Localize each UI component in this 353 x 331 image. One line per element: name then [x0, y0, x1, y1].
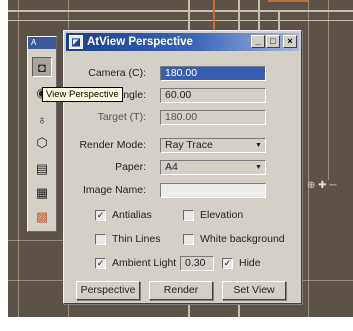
- antialias-checkbox[interactable]: ✓ Antialias: [95, 209, 175, 223]
- grid-icon[interactable]: ▦: [32, 183, 52, 203]
- toolbar-title-icon: A: [28, 37, 56, 49]
- paper-select[interactable]: A4 ▼: [160, 160, 266, 175]
- elevation-checkbox[interactable]: Elevation: [183, 209, 263, 223]
- perspective-dialog: ◪ AtView Perspective _ □ × Camera (C): 1…: [63, 30, 302, 304]
- target-field[interactable]: 180.00: [160, 110, 266, 125]
- angle-field[interactable]: 60.00: [160, 88, 266, 103]
- ambient-light-field[interactable]: 0.30: [180, 256, 214, 271]
- document-icon[interactable]: ▤: [32, 159, 52, 179]
- cube-icon[interactable]: ⬡: [32, 133, 52, 153]
- dropdown-arrow-icon: ▼: [255, 142, 262, 149]
- viewport-nav-icons[interactable]: ⊕ ✚ ─: [307, 180, 336, 191]
- dialog-titlebar[interactable]: ◪ AtView Perspective _ □ ×: [66, 33, 299, 51]
- thin-lines-checkbox[interactable]: Thin Lines: [95, 233, 175, 247]
- ambient-light-check-icon: ✓: [95, 258, 106, 269]
- target-label: Target (T):: [97, 111, 146, 123]
- set-view-button[interactable]: Set View: [222, 281, 286, 300]
- white-background-checkbox[interactable]: White background: [183, 233, 293, 247]
- camera-icon[interactable]: ◘: [32, 57, 52, 77]
- paper-label: Paper:: [115, 161, 146, 173]
- render-icon[interactable]: ▩: [32, 207, 52, 227]
- side-toolbar: A ◘ ◉ ♁ ⬡ ▤ ▦ ▩: [27, 36, 57, 232]
- dialog-title: AtView Perspective: [87, 36, 193, 48]
- camera-field[interactable]: 180.00: [160, 66, 266, 81]
- minimize-button[interactable]: _: [251, 35, 265, 48]
- antialias-check-icon: ✓: [95, 210, 106, 221]
- hide-check-icon: ✓: [222, 258, 233, 269]
- render-mode-value: Ray Trace: [165, 139, 213, 151]
- tooltip-view-perspective: View Perspective: [42, 87, 123, 102]
- image-name-field[interactable]: [160, 183, 266, 198]
- close-button[interactable]: ×: [283, 35, 297, 48]
- image-name-label: Image Name:: [82, 184, 146, 196]
- perspective-button[interactable]: Perspective: [76, 281, 140, 300]
- app-icon: ◪: [69, 35, 83, 49]
- hide-checkbox[interactable]: ✓ Hide: [222, 257, 266, 271]
- camera-label: Camera (C):: [88, 67, 146, 79]
- paper-value: A4: [165, 161, 178, 173]
- maximize-button[interactable]: □: [266, 35, 280, 48]
- render-button[interactable]: Render: [149, 281, 213, 300]
- render-mode-label: Render Mode:: [79, 139, 146, 151]
- render-mode-select[interactable]: Ray Trace ▼: [160, 138, 266, 153]
- dropdown-arrow-icon: ▼: [255, 164, 262, 171]
- ambient-light-checkbox[interactable]: ✓ Ambient Light: [95, 257, 177, 271]
- light-bulb-icon[interactable]: ♁: [32, 109, 52, 129]
